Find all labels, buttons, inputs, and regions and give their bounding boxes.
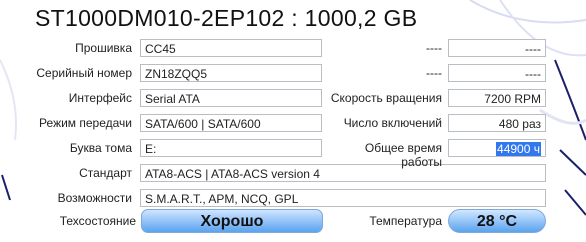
top1-label: ---- <box>426 41 442 55</box>
rotation-speed-field[interactable]: 7200 RPM <box>448 89 546 107</box>
temperature-label: Температура <box>369 214 442 228</box>
power-hours-selection: 44900 ч <box>496 142 541 156</box>
features-label: Возможности <box>57 191 132 205</box>
temperature-badge[interactable]: 28 °C <box>448 209 546 233</box>
features-field[interactable]: S.M.A.R.T., APM, NCQ, GPL <box>140 189 546 207</box>
drive-letter-field[interactable]: E: <box>140 139 322 157</box>
power-hours-label: Общее время работы <box>364 141 442 169</box>
rotation-speed-label: Скорость вращения <box>330 91 442 105</box>
top1-field[interactable]: ---- <box>448 39 546 57</box>
power-count-field[interactable]: 480 раз <box>448 114 546 132</box>
top2-field[interactable]: ---- <box>448 64 546 82</box>
health-status-label: Техсостояние <box>59 214 136 228</box>
top2-label: ---- <box>426 66 442 80</box>
standard-label: Стандарт <box>79 166 132 180</box>
power-count-label: Число включений <box>343 116 442 130</box>
transfer-mode-label: Режим передачи <box>39 116 132 130</box>
serial-label: Серийный номер <box>36 66 132 80</box>
serial-field[interactable]: ZN18ZQQ5 <box>140 64 322 82</box>
drive-letter-label: Буква тома <box>69 141 132 155</box>
health-status-badge[interactable]: Хорошо <box>141 209 323 233</box>
drive-title: ST1000DM010-2EP102 : 1000,2 GB <box>35 5 418 31</box>
firmware-field[interactable]: CC45 <box>140 39 322 57</box>
interface-label: Интерфейс <box>68 91 132 105</box>
transfer-mode-field[interactable]: SATA/600 | SATA/600 <box>140 114 322 132</box>
interface-field[interactable]: Serial ATA <box>140 89 322 107</box>
firmware-label: Прошивка <box>75 41 132 55</box>
power-hours-field[interactable]: 44900 ч <box>448 139 546 157</box>
